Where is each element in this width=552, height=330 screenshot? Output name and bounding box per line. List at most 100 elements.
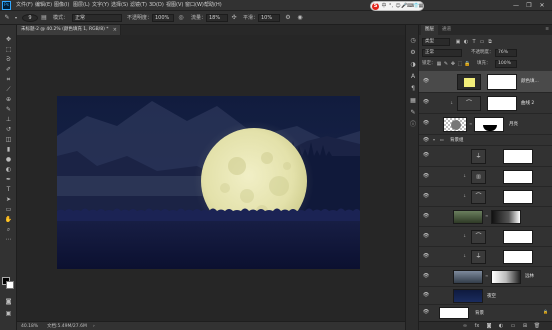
new-adjustment-icon[interactable]: ◐ — [497, 322, 505, 330]
brush-settings-icon[interactable]: ✎ — [409, 109, 417, 117]
new-layer-icon[interactable]: ⊞ — [521, 322, 529, 330]
zoom-level[interactable]: 40.18% — [21, 323, 38, 330]
quick-mask-icon[interactable]: ◙ — [3, 297, 14, 306]
airbrush-icon[interactable]: ✣ — [230, 14, 238, 22]
layer-row[interactable]: 👁 颜色填... — [419, 71, 552, 93]
layer-style-icon[interactable]: fx — [473, 322, 481, 330]
lock-artboard-icon[interactable]: ⬚ — [457, 60, 463, 68]
fill-input[interactable]: 100% — [495, 60, 517, 68]
layer-row[interactable]: 👁 背景 🔒 — [419, 305, 552, 321]
gear-icon[interactable]: ⚙ — [284, 14, 292, 22]
properties-panel-icon[interactable]: ⚙ — [409, 49, 417, 57]
visibility-eye-icon[interactable]: 👁 — [422, 233, 430, 239]
marquee-icon[interactable]: ⬚ — [3, 45, 14, 54]
menu-select[interactable]: 选择(S) — [111, 1, 128, 9]
brush-panel-icon[interactable]: ▤ — [40, 14, 48, 22]
close-icon[interactable]: ✕ — [536, 1, 548, 10]
panel-menu-icon[interactable]: ≡ — [542, 25, 552, 35]
menu-type[interactable]: 文字(Y) — [92, 1, 109, 9]
brush-icon[interactable]: ✎ — [3, 105, 14, 114]
lock-all-icon[interactable]: 🔒 — [464, 60, 470, 68]
layer-row[interactable]: 👁 ↓ ⌒ — [419, 227, 552, 247]
layer-row[interactable]: 👁 ∞ 月亮 — [419, 114, 552, 135]
blur-icon[interactable]: ● — [3, 155, 14, 164]
paragraph-panel-icon[interactable]: ¶ — [409, 85, 417, 93]
visibility-eye-icon[interactable]: 👁 — [422, 193, 430, 199]
menu-help[interactable]: 帮助(H) — [204, 1, 222, 9]
screen-mode-icon[interactable]: ▣ — [3, 309, 14, 318]
stamp-icon[interactable]: ⊥ — [3, 115, 14, 124]
menu-view[interactable]: 视图(V) — [166, 1, 183, 9]
path-select-icon[interactable]: ➤ — [3, 195, 14, 204]
layer-row[interactable]: 👁 ↓ ⌒ — [419, 187, 552, 207]
hand-icon[interactable]: ✋ — [3, 215, 14, 224]
brush-size-preview[interactable]: 9 — [22, 14, 38, 22]
layer-row[interactable]: 👁 ∞ 远林 — [419, 267, 552, 287]
trash-icon[interactable]: 🗑 — [533, 322, 541, 330]
visibility-eye-icon[interactable]: 👁 — [422, 253, 430, 259]
visibility-eye-icon[interactable]: 👁 — [422, 99, 430, 105]
punctuation-icon[interactable]: °, — [388, 3, 394, 9]
healing-icon[interactable]: ⊕ — [3, 95, 14, 104]
add-mask-icon[interactable]: ◙ — [485, 322, 493, 330]
layer-opacity-input[interactable]: 76% — [495, 49, 517, 57]
layer-row[interactable]: 👁 ↓ ⏚ — [419, 247, 552, 267]
swatches-panel-icon[interactable]: ▦ — [409, 97, 417, 105]
quick-select-icon[interactable]: ✐ — [3, 65, 14, 74]
ime-lang-icon[interactable]: 中 — [381, 3, 387, 9]
document-canvas[interactable] — [57, 96, 360, 269]
chevron-down-icon[interactable]: ▾ — [433, 137, 435, 142]
document-tab[interactable]: 未标题-2 @ 40.2% (颜色填充 1, RGB/8) * × — [17, 25, 121, 35]
visibility-eye-icon[interactable]: 👁 — [422, 292, 430, 298]
layer-group-row[interactable]: 👁 ▾ ▭ 背景组 — [419, 135, 552, 146]
close-tab-icon[interactable]: × — [113, 25, 117, 35]
menu-image[interactable]: 图像(I) — [54, 1, 69, 9]
status-menu-icon[interactable]: › — [93, 323, 95, 330]
mode-select[interactable]: 正常 — [72, 14, 122, 22]
pressure-size-icon[interactable]: ◉ — [296, 14, 304, 22]
history-panel-icon[interactable]: ◷ — [409, 37, 417, 45]
more-icon[interactable]: ⋯ — [3, 235, 14, 244]
type-icon[interactable]: T — [3, 185, 14, 194]
zoom-icon[interactable]: ⌕ — [3, 225, 14, 234]
menu-edit[interactable]: 编辑(E) — [35, 1, 52, 9]
filter-smart-icon[interactable]: ⧉ — [487, 38, 493, 46]
filter-shape-icon[interactable]: ▭ — [479, 38, 485, 46]
visibility-eye-icon[interactable]: 👁 — [422, 213, 430, 219]
blend-mode-select[interactable]: 正常 — [422, 49, 462, 57]
filter-adjust-icon[interactable]: ◐ — [463, 38, 469, 46]
filter-pixel-icon[interactable]: ▣ — [455, 38, 461, 46]
background-color-swatch[interactable] — [6, 281, 14, 289]
brush-tool-icon[interactable]: ✎ — [3, 14, 11, 22]
layer-row[interactable]: 👁 夜空 — [419, 287, 552, 305]
gradient-icon[interactable]: ▮ — [3, 145, 14, 154]
layer-row[interactable]: 👁 ↓ ▥ — [419, 167, 552, 187]
link-layers-icon[interactable]: ∞ — [461, 322, 469, 330]
kind-filter-select[interactable]: 类型 — [422, 38, 450, 46]
visibility-eye-icon[interactable]: 👁 — [422, 173, 430, 179]
visibility-eye-icon[interactable]: 👁 — [422, 78, 430, 84]
move-icon[interactable]: ✥ — [3, 35, 14, 44]
dodge-icon[interactable]: ◐ — [3, 165, 14, 174]
character-panel-icon[interactable]: A — [409, 73, 417, 81]
maximize-icon[interactable]: ❐ — [523, 1, 535, 10]
filter-type-icon[interactable]: T — [471, 38, 477, 46]
pressure-opacity-icon[interactable]: ◎ — [177, 14, 185, 22]
visibility-eye-icon[interactable]: 👁 — [422, 309, 430, 315]
sogou-logo-icon[interactable]: S — [372, 3, 379, 10]
lasso-icon[interactable]: ᘐ — [3, 55, 14, 64]
info-panel-icon[interactable]: ⓘ — [409, 121, 417, 129]
tab-channels[interactable]: 通道 — [438, 25, 455, 35]
lock-move-icon[interactable]: ✥ — [450, 60, 456, 68]
visibility-eye-icon[interactable]: 👁 — [422, 152, 430, 158]
visibility-eye-icon[interactable]: 👁 — [422, 273, 430, 279]
menu-file[interactable]: 文件(F) — [16, 1, 33, 9]
layer-row[interactable]: 👁 ⏚ — [419, 146, 552, 167]
history-brush-icon[interactable]: ↺ — [3, 125, 14, 134]
crop-icon[interactable]: ⌗ — [3, 75, 14, 84]
visibility-eye-icon[interactable]: 👁 — [422, 120, 430, 126]
document-size[interactable]: 文档:5.49M/27.6M — [47, 323, 87, 330]
eraser-icon[interactable]: ◫ — [3, 135, 14, 144]
toolbox-icon[interactable]: ▦ — [418, 3, 424, 9]
chevron-down-icon[interactable]: ▾ — [12, 14, 20, 22]
